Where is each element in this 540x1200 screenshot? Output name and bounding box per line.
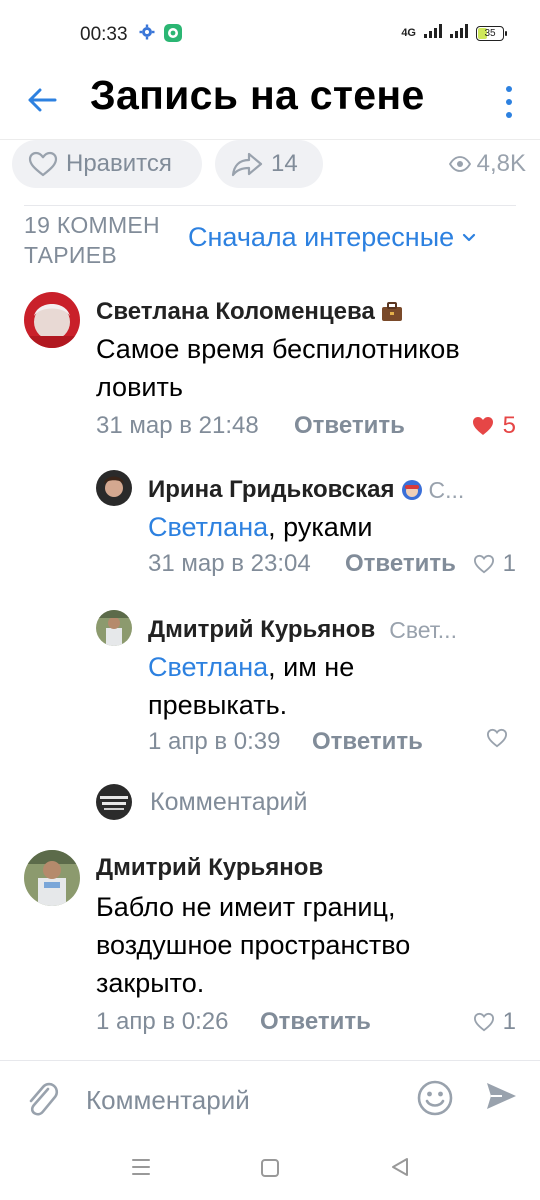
home-button[interactable] [259,1157,281,1184]
mention-link[interactable]: Светлана [148,652,268,682]
comment-time: 31 мар в 21:48 [96,412,259,439]
like-count: 5 [502,412,516,439]
more-dot-icon [506,112,512,118]
heart-outline-icon [486,728,508,748]
comment-like-button[interactable]: 1 [473,550,516,578]
comment-text-body: , руками [268,512,373,542]
back-button[interactable] [22,80,62,120]
system-nav-bar [0,1140,540,1200]
status-time: 00:33 [80,24,128,45]
mention-link[interactable]: Светлана [148,512,268,542]
emoji-button[interactable] [416,1079,454,1122]
battery-icon: 35 [476,26,507,41]
sort-label: Сначала интересные [188,222,455,252]
like-count: 1 [502,550,516,577]
comment-text: Самое время беспилотников ловить [96,334,460,402]
home-square-icon [261,1159,279,1177]
eye-icon [448,156,471,172]
author-name: Светлана Коломенцева [96,298,375,325]
my-avatar [96,784,132,820]
briefcase-icon [381,302,402,321]
comment-time: 1 апр в 0:39 [148,728,281,755]
divider [24,205,516,206]
views-counter: 4,8K [448,150,526,178]
avatar[interactable] [24,850,80,906]
comment-input[interactable] [86,1079,386,1121]
heart-outline-icon [473,1012,494,1032]
reply-to[interactable]: С... [429,477,465,504]
comment-text: Светлана, руками [148,508,518,546]
comment-author[interactable]: Светлана Коломенцева [96,298,403,326]
comment-time: 31 мар в 23:04 [148,550,311,577]
like-button[interactable]: Нравится [12,140,202,188]
views-count: 4,8K [476,150,526,177]
comment-like-button[interactable]: 5 [471,412,516,440]
signal-icon [424,24,442,43]
status-bar: 00:33 4G 35 [0,0,540,66]
smile-icon [417,1080,453,1116]
author-name: Дмитрий Курьянов [96,854,324,881]
paperclip-icon [29,1082,59,1116]
post-actions: Нравится 14 4,8K [0,140,540,192]
author-name: Ирина Гридьковская [148,476,395,503]
reply-to[interactable]: Свет... [389,617,457,644]
more-dot-icon [506,99,512,105]
share-icon [231,152,263,177]
comment-author[interactable]: Дмитрий Курьянов Свет... [148,616,457,644]
recent-apps-button[interactable] [130,1156,152,1183]
reply-button[interactable]: Ответить [345,550,456,578]
comment-like-button[interactable]: 1 [473,1008,516,1036]
reply-button[interactable]: Ответить [260,1008,371,1036]
sort-dropdown[interactable]: Сначала интересные [188,222,476,253]
author-name: Дмитрий Курьянов [148,616,376,643]
more-options-button[interactable] [502,82,516,122]
comment-author[interactable]: Дмитрий Курьянов [96,854,323,882]
signal-icon-2 [450,24,468,43]
more-dot-icon [506,86,512,92]
heart-outline-icon [28,151,58,177]
sticker-badge-icon [401,480,422,500]
battery-level: 35 [484,28,496,39]
comment-author[interactable]: Ирина Гридьковская С... [148,476,464,504]
system-back-button[interactable] [389,1156,411,1183]
avatar[interactable] [24,292,80,348]
reply-button[interactable]: Ответить [312,728,423,756]
message-notification-icon [164,24,182,47]
comment-composer [0,1060,540,1140]
reply-button[interactable]: Ответить [294,412,405,440]
comment-like-button[interactable] [486,728,516,748]
share-count: 14 [271,150,298,177]
comment-text: Светлана, им не превыкать. [148,648,468,724]
avatar[interactable] [96,610,132,646]
back-arrow-icon [28,88,57,112]
like-count: 1 [502,1008,516,1035]
back-triangle-icon [392,1158,408,1176]
comments-count: 19 КОММЕНТАРИЕВ [24,212,160,268]
avatar[interactable] [96,470,132,506]
heart-outline-icon [473,554,494,574]
chevron-down-icon [463,233,476,241]
like-label: Нравится [66,150,172,177]
comment-time: 1 апр в 0:26 [96,1008,229,1035]
comment-text: Бабло не имеит границ, воздушное простра… [96,892,411,998]
heart-filled-icon [472,417,493,435]
share-button[interactable]: 14 [215,140,323,188]
send-button[interactable] [484,1079,518,1118]
network-type: 4G [401,27,416,39]
settings-icon [139,24,155,45]
top-bar: Запись на стене [0,66,540,140]
send-icon [487,1083,516,1109]
menu-icon [132,1159,150,1175]
status-indicators: 4G 35 [401,24,507,43]
page-title: Запись на стене [90,72,425,118]
attach-button[interactable] [24,1079,60,1124]
reply-box-placeholder: Комментарий [150,788,308,816]
